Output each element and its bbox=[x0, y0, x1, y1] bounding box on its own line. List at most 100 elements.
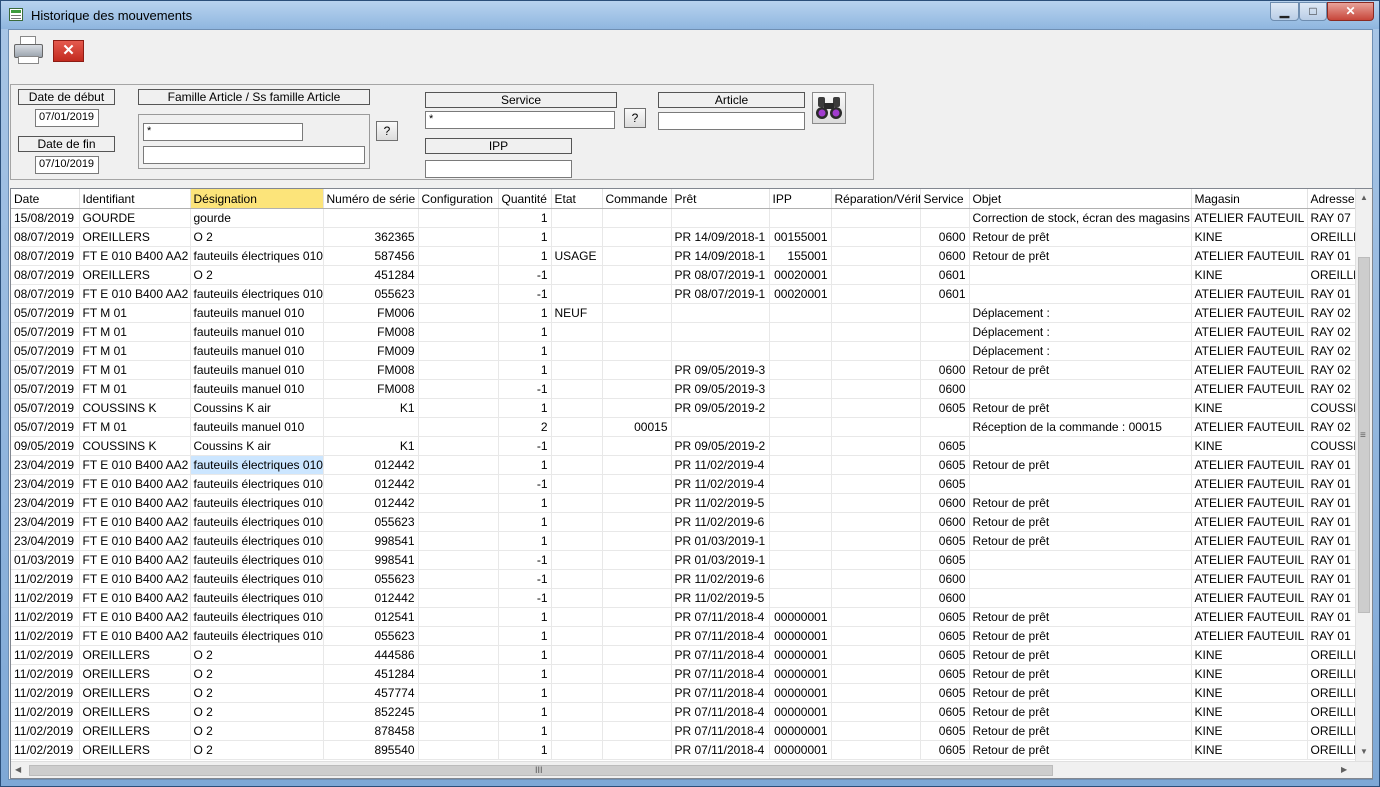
cell-commande[interactable] bbox=[602, 322, 672, 342]
cell-pret[interactable]: PR 11/02/2019-5 bbox=[671, 493, 770, 513]
cell-service[interactable] bbox=[920, 417, 970, 437]
cell-commande[interactable] bbox=[602, 512, 672, 532]
cell-adresse[interactable]: RAY 01 bbox=[1307, 550, 1356, 570]
cell-pret[interactable] bbox=[671, 417, 770, 437]
cell-reparation[interactable] bbox=[831, 645, 921, 665]
cell-reparation[interactable] bbox=[831, 721, 921, 741]
cell-date[interactable]: 11/02/2019 bbox=[11, 702, 80, 722]
cell-identifiant[interactable]: OREILLERS bbox=[79, 702, 191, 722]
cell-pret[interactable]: PR 01/03/2019-1 bbox=[671, 531, 770, 551]
cell-identifiant[interactable]: FT M 01 bbox=[79, 303, 191, 323]
cell-designation[interactable]: Coussins K air bbox=[190, 436, 324, 456]
cell-pret[interactable]: PR 08/07/2019-1 bbox=[671, 265, 770, 285]
cell-adresse[interactable]: OREILLE bbox=[1307, 721, 1356, 741]
cell-reparation[interactable] bbox=[831, 531, 921, 551]
cell-numero-serie[interactable]: 895540 bbox=[323, 740, 419, 760]
cell-pret[interactable]: PR 07/11/2018-4 bbox=[671, 626, 770, 646]
cell-quantite[interactable]: -1 bbox=[498, 474, 552, 494]
cell-designation[interactable]: fauteuils électriques 010 bbox=[190, 474, 324, 494]
cell-quantite[interactable]: -1 bbox=[498, 550, 552, 570]
cell-quantite[interactable]: 1 bbox=[498, 246, 552, 266]
cell-ipp[interactable]: 00155001 bbox=[769, 227, 832, 247]
table-row[interactable]: 05/07/2019 FT M 01 fauteuils manuel 010 FM0… bbox=[11, 303, 1356, 323]
cell-configuration[interactable] bbox=[418, 303, 499, 323]
cell-etat[interactable] bbox=[551, 322, 603, 342]
table-row[interactable]: 23/04/2019 FT E 010 B400 AA2 fauteuils éle… bbox=[11, 455, 1356, 475]
cell-designation[interactable]: fauteuils manuel 010 bbox=[190, 379, 324, 399]
cell-date[interactable]: 05/07/2019 bbox=[11, 303, 80, 323]
maximize-button[interactable]: □ bbox=[1299, 2, 1327, 21]
table-row[interactable]: 11/02/2019 OREILLERS O 2 895540 1 PR 07/11/20… bbox=[11, 740, 1356, 760]
cell-ipp[interactable] bbox=[769, 379, 832, 399]
cell-adresse[interactable]: OREILLE bbox=[1307, 702, 1356, 722]
famille-help-button[interactable]: ? bbox=[376, 121, 398, 141]
table-row[interactable]: 23/04/2019 FT E 010 B400 AA2 fauteuils éle… bbox=[11, 474, 1356, 494]
cell-date[interactable]: 05/07/2019 bbox=[11, 398, 80, 418]
cell-adresse[interactable]: RAY 02 bbox=[1307, 417, 1356, 437]
cell-numero-serie[interactable]: 998541 bbox=[323, 531, 419, 551]
cell-etat[interactable] bbox=[551, 626, 603, 646]
cell-magasin[interactable]: KINE bbox=[1191, 721, 1308, 741]
cell-quantite[interactable]: -1 bbox=[498, 569, 552, 589]
cell-designation[interactable]: fauteuils électriques 010 bbox=[190, 607, 324, 627]
cell-objet[interactable]: Retour de prêt bbox=[969, 227, 1192, 247]
cell-identifiant[interactable]: OREILLERS bbox=[79, 683, 191, 703]
cell-configuration[interactable] bbox=[418, 550, 499, 570]
table-row[interactable]: 05/07/2019 FT M 01 fauteuils manuel 010 FM0… bbox=[11, 379, 1356, 399]
date-debut-field[interactable]: 07/01/2019 bbox=[35, 109, 99, 127]
cell-adresse[interactable]: RAY 02 bbox=[1307, 379, 1356, 399]
cell-identifiant[interactable]: COUSSINS K bbox=[79, 398, 191, 418]
cell-service[interactable]: 0605 bbox=[920, 683, 970, 703]
column-header-adresse[interactable]: Adresse bbox=[1307, 189, 1356, 209]
cell-etat[interactable] bbox=[551, 208, 603, 228]
cell-pret[interactable]: PR 07/11/2018-4 bbox=[671, 721, 770, 741]
cell-commande[interactable] bbox=[602, 360, 672, 380]
cell-magasin[interactable]: KINE bbox=[1191, 645, 1308, 665]
cell-objet[interactable]: Déplacement : bbox=[969, 341, 1192, 361]
cell-numero-serie[interactable]: 457774 bbox=[323, 683, 419, 703]
cell-reparation[interactable] bbox=[831, 588, 921, 608]
cell-ipp[interactable] bbox=[769, 474, 832, 494]
cell-identifiant[interactable]: OREILLERS bbox=[79, 227, 191, 247]
scroll-up-icon[interactable]: ▲ bbox=[1360, 193, 1368, 203]
cell-etat[interactable] bbox=[551, 702, 603, 722]
cell-reparation[interactable] bbox=[831, 379, 921, 399]
cell-service[interactable]: 0605 bbox=[920, 474, 970, 494]
cell-commande[interactable] bbox=[602, 379, 672, 399]
cell-reparation[interactable] bbox=[831, 512, 921, 532]
cell-etat[interactable] bbox=[551, 284, 603, 304]
cell-configuration[interactable] bbox=[418, 246, 499, 266]
cell-reparation[interactable] bbox=[831, 208, 921, 228]
cell-commande[interactable] bbox=[602, 493, 672, 513]
cell-service[interactable] bbox=[920, 208, 970, 228]
cell-ipp[interactable]: 00000001 bbox=[769, 702, 832, 722]
cell-configuration[interactable] bbox=[418, 360, 499, 380]
cell-pret[interactable]: PR 11/02/2019-6 bbox=[671, 569, 770, 589]
cell-service[interactable]: 0605 bbox=[920, 550, 970, 570]
cell-service[interactable]: 0605 bbox=[920, 531, 970, 551]
cell-objet[interactable]: Retour de prêt bbox=[969, 721, 1192, 741]
cell-ipp[interactable] bbox=[769, 417, 832, 437]
cell-ipp[interactable]: 00020001 bbox=[769, 265, 832, 285]
service-field[interactable]: * bbox=[425, 111, 615, 129]
cell-numero-serie[interactable] bbox=[323, 417, 419, 437]
cell-commande[interactable] bbox=[602, 398, 672, 418]
table-row[interactable]: 11/02/2019 OREILLERS O 2 852245 1 PR 07/11/20… bbox=[11, 702, 1356, 722]
cell-adresse[interactable]: OREILLE bbox=[1307, 740, 1356, 760]
cell-ipp[interactable]: 00000001 bbox=[769, 607, 832, 627]
cell-service[interactable]: 0600 bbox=[920, 588, 970, 608]
cell-pret[interactable]: PR 14/09/2018-1 bbox=[671, 227, 770, 247]
cell-ipp[interactable] bbox=[769, 569, 832, 589]
horizontal-scrollbar[interactable]: ◀ III ▶ bbox=[11, 761, 1372, 778]
cell-reparation[interactable] bbox=[831, 360, 921, 380]
column-header-commande[interactable]: Commande bbox=[602, 189, 672, 209]
scroll-right-icon[interactable]: ▶ bbox=[1341, 765, 1347, 775]
cell-reparation[interactable] bbox=[831, 664, 921, 684]
cell-pret[interactable]: PR 07/11/2018-4 bbox=[671, 740, 770, 760]
cell-designation[interactable]: gourde bbox=[190, 208, 324, 228]
cell-date[interactable]: 05/07/2019 bbox=[11, 322, 80, 342]
cell-designation[interactable]: O 2 bbox=[190, 721, 324, 741]
cell-objet[interactable]: Réception de la commande : 00015 bbox=[969, 417, 1192, 437]
vertical-scrollbar[interactable]: ▲ ≡ ▼ bbox=[1355, 189, 1372, 761]
cell-objet[interactable]: Retour de prêt bbox=[969, 512, 1192, 532]
